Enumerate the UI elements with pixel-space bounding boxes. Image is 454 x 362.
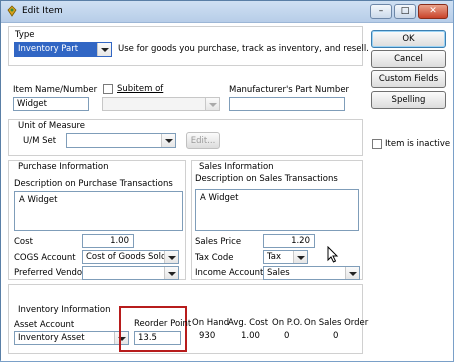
type-select-value: Inventory Part <box>18 44 79 54</box>
chevron-down-icon[interactable] <box>345 267 359 279</box>
um-edit-button[interactable]: Edit... <box>186 132 220 149</box>
income-account-select[interactable]: Sales <box>263 266 360 280</box>
cost-label: Cost <box>14 237 33 247</box>
app-icon <box>7 5 17 17</box>
type-description: Use for goods you purchase, track as inv… <box>118 44 369 54</box>
on-hand-value: 930 <box>199 331 216 341</box>
chevron-down-icon[interactable] <box>161 134 175 147</box>
sales-price-field[interactable]: 1.20 <box>263 234 315 248</box>
ok-button[interactable]: OK <box>371 30 446 48</box>
item-name-label: Item Name/Number <box>13 85 98 95</box>
sales-desc-label: Description on Sales Transactions <box>195 174 338 184</box>
chevron-down-icon[interactable] <box>293 251 307 263</box>
window-title: Edit Item <box>22 6 63 16</box>
on-po-value: 0 <box>284 331 290 341</box>
subitem-select[interactable] <box>102 97 220 111</box>
tax-code-value: Tax <box>267 252 282 262</box>
close-icon: ✕ <box>429 6 437 16</box>
preferred-vendor-label: Preferred Vendor <box>14 268 86 278</box>
on-po-label: On P.O. <box>272 318 303 328</box>
mouse-pointer-icon <box>327 246 339 263</box>
income-account-value: Sales <box>267 268 290 278</box>
cogs-account-select[interactable]: Cost of Goods Sold <box>82 250 179 264</box>
asset-account-value: Inventory Asset <box>18 333 85 343</box>
title-bar[interactable]: Edit Item – □ ✕ <box>1 1 453 23</box>
close-button[interactable]: ✕ <box>418 4 448 19</box>
um-set-label: U/M Set <box>23 136 57 146</box>
sales-description-field[interactable]: A Widget <box>195 189 359 231</box>
asset-account-select[interactable]: Inventory Asset <box>14 331 129 345</box>
reorder-point-highlight <box>119 306 187 352</box>
minimize-button[interactable]: – <box>370 4 392 19</box>
avg-cost-label: Avg. Cost <box>228 318 269 328</box>
tax-code-label: Tax Code <box>195 253 234 263</box>
chevron-down-icon[interactable] <box>97 43 111 56</box>
type-label: Type <box>15 30 35 40</box>
mfr-part-label: Manufacturer's Part Number <box>229 85 350 95</box>
subitem-label: Subitem of <box>117 84 163 94</box>
chevron-down-icon[interactable] <box>164 251 178 263</box>
maximize-button[interactable]: □ <box>394 4 416 19</box>
item-inactive-checkbox[interactable] <box>372 139 382 149</box>
cogs-account-value: Cost of Goods Sold <box>86 252 167 262</box>
on-hand-label: On Hand <box>192 318 230 328</box>
on-sales-order-label: On Sales Order <box>304 318 369 328</box>
maximize-icon: □ <box>400 6 410 16</box>
preferred-vendor-select[interactable] <box>82 266 179 280</box>
purchase-desc-label: Description on Purchase Transactions <box>14 179 173 189</box>
avg-cost-value: 1.00 <box>241 331 260 341</box>
item-name-field[interactable]: Widget <box>13 97 89 111</box>
reorder-point-field[interactable]: 13.5 <box>134 331 181 345</box>
chevron-down-icon[interactable] <box>205 98 219 110</box>
type-select[interactable]: Inventory Part <box>14 42 112 57</box>
inventory-header: Inventory Information <box>18 305 111 315</box>
on-sales-order-value: 0 <box>333 331 339 341</box>
sales-header: Sales Information <box>199 162 274 172</box>
cancel-button[interactable]: Cancel <box>371 50 446 68</box>
edit-item-window: Edit Item – □ ✕ Type Inventory Part Use … <box>0 0 453 361</box>
purchase-header: Purchase Information <box>18 162 109 172</box>
tax-code-select[interactable]: Tax <box>263 250 308 264</box>
item-inactive-label: Item is inactive <box>385 139 451 149</box>
cost-field[interactable]: 1.00 <box>82 234 134 248</box>
um-set-select[interactable] <box>66 133 176 148</box>
purchase-description-field[interactable]: A Widget <box>14 191 183 231</box>
income-account-label: Income Account <box>195 268 264 278</box>
cogs-label: COGS Account <box>14 253 76 263</box>
sales-price-label: Sales Price <box>195 237 242 247</box>
spelling-button[interactable]: Spelling <box>371 91 446 109</box>
reorder-point-label: Reorder Point <box>134 319 192 329</box>
dialog-body: Type Inventory Part Use for goods you pu… <box>1 23 453 361</box>
subitem-label-text: Subitem of <box>117 84 164 94</box>
mfr-part-field[interactable] <box>229 97 345 111</box>
chevron-down-icon[interactable] <box>164 267 178 279</box>
asset-account-label: Asset Account <box>14 320 75 330</box>
custom-fields-button[interactable]: Custom Fields <box>371 70 446 88</box>
unit-of-measure-label: Unit of Measure <box>18 121 86 131</box>
minimize-icon: – <box>378 6 384 16</box>
subitem-checkbox[interactable] <box>103 84 113 94</box>
